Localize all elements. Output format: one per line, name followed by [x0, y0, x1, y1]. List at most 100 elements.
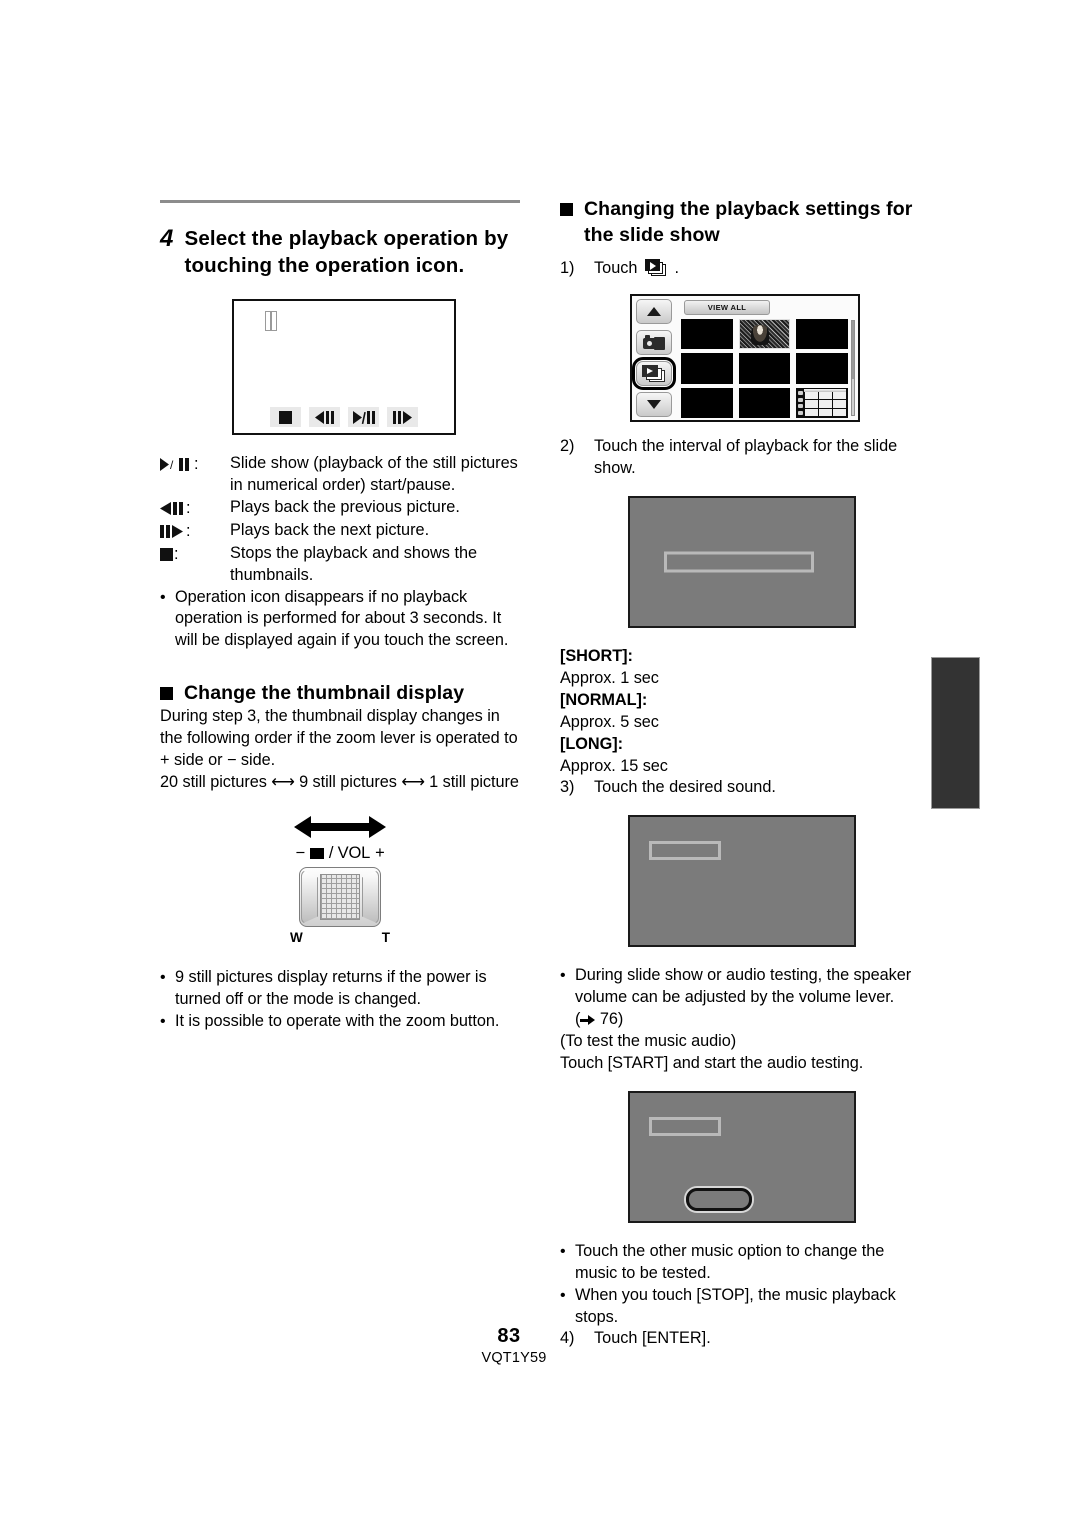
mini-cell: [833, 400, 846, 408]
thumbnail-list-screen: VIEW ALL: [630, 294, 860, 423]
thumbnail-cell[interactable]: [681, 319, 733, 350]
section-divider-rule: [160, 200, 520, 203]
scroll-down-button[interactable]: [636, 392, 672, 418]
lever-wt-labels: W T: [290, 930, 390, 945]
interval-selection-screen: [628, 495, 856, 628]
lever-plus-label: +: [375, 844, 385, 862]
mini-cell: [833, 391, 846, 400]
thumbnail-cell[interactable]: [681, 387, 733, 419]
arrow-shaft: [308, 823, 372, 831]
legend-desc-next: Plays back the next picture.: [230, 520, 430, 539]
thumbnail-cell[interactable]: [738, 353, 791, 384]
legend-colon: :: [186, 521, 191, 540]
play-pause-button[interactable]: [348, 407, 379, 428]
mini-button: [798, 397, 804, 402]
interval-definitions: [SHORT]: Approx. 1 sec [NORMAL]: Approx.…: [560, 646, 920, 777]
manual-page: 4 Select the playback operation by touch…: [0, 0, 1080, 1526]
note-text: Operation icon disappears if no playback…: [175, 587, 509, 650]
thumbnail-cell[interactable]: [796, 319, 848, 350]
page-footer: 83 VQT1Y59: [0, 1325, 1080, 1366]
interval-option-highlight[interactable]: [664, 551, 814, 573]
vertical-scrollbar[interactable]: [851, 320, 855, 417]
camera-lens: [647, 340, 652, 346]
step-1-text-before: Touch: [594, 259, 638, 278]
scroll-down-icon: [647, 400, 661, 410]
legend-key-play-pause: / :: [160, 453, 230, 476]
next-picture-button[interactable]: [387, 407, 418, 428]
mini-button: [798, 391, 804, 396]
play-triangle: [647, 368, 653, 375]
mini-cell: [819, 391, 833, 400]
scroll-up-icon: [647, 307, 661, 317]
bullet-dot: •: [160, 969, 166, 986]
short-label: [SHORT]:: [560, 646, 633, 665]
zoom-lever-label: − / VOL +: [295, 844, 384, 863]
legend-row-previous: : Plays back the previous picture.: [160, 497, 520, 520]
note-9-still-pictures: • 9 still pictures display returns if th…: [160, 967, 520, 1011]
interval-value-short: Approx. 1 sec: [560, 668, 659, 687]
step-2-number: 2): [560, 437, 575, 456]
step-3-number: 3): [560, 778, 575, 797]
thumbnail-cell-photo[interactable]: [738, 319, 791, 350]
legend-row-next: : Plays back the next picture.: [160, 520, 520, 543]
step-3-text: Touch the desired sound.: [594, 778, 776, 797]
zoom-lever-control[interactable]: [299, 867, 381, 927]
legend-colon: :: [174, 544, 179, 563]
bullet-dot: •: [160, 1012, 166, 1030]
thumbnail-cell[interactable]: [738, 387, 791, 419]
legend-row-play-pause: / : Slide show (playback of the still pi…: [160, 453, 520, 497]
lever-wing-right: [362, 870, 379, 924]
stop-icon: [160, 547, 173, 561]
step-1-number: 1): [560, 259, 575, 278]
note-text: 9 still pictures display returns if the …: [175, 968, 487, 1008]
mini-cell: [805, 408, 819, 417]
plus-symbol: +: [160, 751, 170, 770]
sound-option-highlight[interactable]: [649, 841, 721, 861]
legend-row-stop: : Stops the playback and shows the thumb…: [160, 543, 520, 587]
previous-picture-icon: [160, 501, 183, 515]
play-pause-icon: /: [160, 458, 189, 472]
mini-cell: [805, 400, 819, 408]
note-zoom-button: • It is possible to operate with the zoo…: [160, 1011, 520, 1033]
legend-colon: :: [186, 498, 191, 517]
slideshow-settings-button[interactable]: [632, 357, 676, 391]
stop-button[interactable]: [270, 407, 301, 428]
scroll-up-button[interactable]: [636, 299, 672, 325]
long-label: [LONG]:: [560, 734, 623, 753]
thumbnail-cell[interactable]: [681, 353, 733, 384]
note-stop-music: • When you touch [STOP], the music playb…: [560, 1285, 920, 1329]
section-bullet-square: [560, 203, 573, 216]
page-ref-number: 76: [599, 1010, 618, 1029]
thumb-index-tab: [931, 657, 980, 809]
page-ref-close: ): [617, 1010, 624, 1029]
operation-icon-bar: [270, 407, 418, 428]
legend-key-stop: :: [160, 543, 230, 566]
note-text: Touch the other music option to change t…: [575, 1241, 885, 1282]
view-all-button[interactable]: VIEW ALL: [684, 300, 770, 316]
play-pause-icon: [352, 410, 375, 424]
interval-label-normal: [NORMAL]:: [560, 690, 920, 712]
bullet-dot: •: [160, 588, 166, 606]
note-text: When you touch [STOP], the music playbac…: [575, 1285, 896, 1326]
legend-key-next: :: [160, 520, 230, 543]
music-test-screen: [628, 1090, 856, 1223]
wide-label: W: [290, 930, 303, 945]
legend-colon: :: [194, 455, 199, 474]
section-heading-text: Changing the playback settings for the s…: [584, 198, 913, 247]
thumbnail-cell[interactable]: [796, 353, 848, 384]
mini-button: [798, 404, 804, 409]
note-text: It is possible to operate with the zoom …: [175, 1011, 500, 1030]
music-option-highlight[interactable]: [649, 1116, 721, 1136]
thumbnail-body-part2: side or: [173, 751, 223, 770]
start-stop-button[interactable]: [686, 1187, 752, 1211]
thumbnail-cell-screenshot[interactable]: [796, 387, 848, 419]
next-picture-icon: [393, 410, 412, 424]
slideshow-stack-icon: [644, 259, 667, 277]
tele-label: T: [381, 930, 390, 945]
zoom-lever-illustration: − / VOL + W T: [160, 816, 520, 945]
previous-picture-button[interactable]: [309, 407, 340, 428]
step-2-text: Touch the interval of playback for the s…: [594, 437, 898, 478]
mini-side-buttons: [797, 389, 804, 417]
lever-vol-label: / VOL: [328, 844, 371, 862]
photo-mode-button[interactable]: [636, 330, 672, 356]
